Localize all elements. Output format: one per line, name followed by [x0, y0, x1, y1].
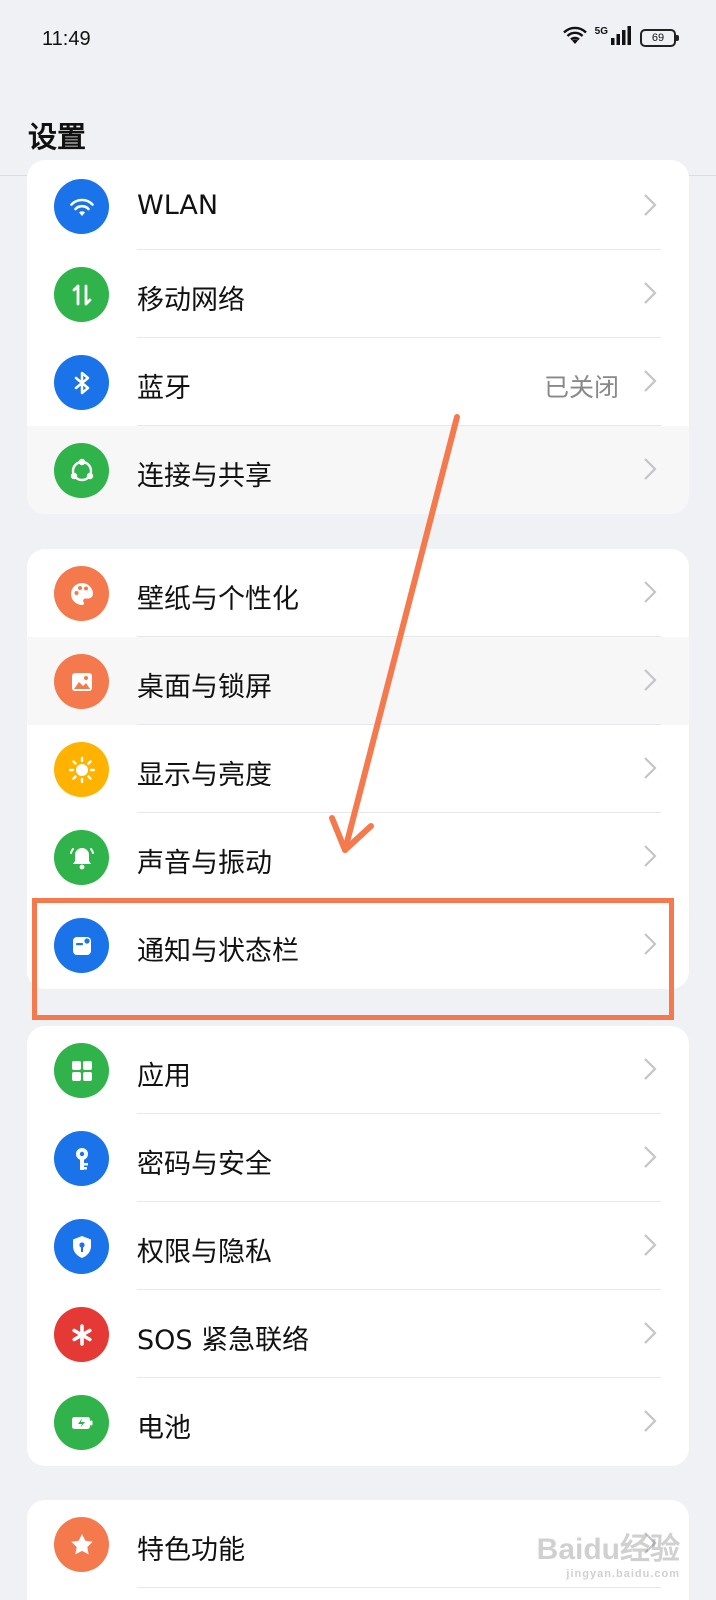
chevron-right-icon: [644, 282, 657, 304]
chevron-right-icon: [644, 581, 657, 603]
network-type-label: 5G: [594, 25, 608, 37]
status-icons: 5G 69: [562, 25, 679, 50]
chevron-right-icon: [644, 933, 657, 955]
settings-item-label: SOS 紧急联络: [137, 1325, 310, 1356]
mobile-data-icon: [54, 267, 109, 322]
settings-item-apps[interactable]: 应用: [27, 1026, 689, 1114]
settings-item-permissions-privacy[interactable]: 权限与隐私: [27, 1202, 689, 1290]
apps-icon: [54, 1043, 109, 1098]
chevron-right-icon: [644, 845, 657, 867]
status-bar: 11:49 5G 69: [0, 0, 716, 80]
chevron-right-icon: [644, 1322, 657, 1344]
settings-item-wlan[interactable]: WLAN: [27, 162, 689, 250]
settings-item-password-security[interactable]: 密码与安全: [27, 1114, 689, 1202]
settings-item-label: 通知与状态栏: [137, 936, 299, 967]
settings-item-notifications-statusbar[interactable]: 通知与状态栏: [27, 901, 689, 989]
settings-item-label: 桌面与锁屏: [137, 672, 272, 703]
image-icon: [54, 654, 109, 709]
notification-icon: [54, 918, 109, 973]
settings-item-home-lockscreen[interactable]: 桌面与锁屏: [27, 637, 689, 725]
settings-item-label: 权限与隐私: [137, 1237, 272, 1268]
chevron-right-icon: [644, 370, 657, 392]
settings-item-label: 蓝牙: [137, 373, 191, 404]
settings-item-label: 电池: [137, 1413, 191, 1444]
settings-item-connection-sharing[interactable]: 连接与共享: [27, 426, 689, 514]
sun-icon: [54, 742, 109, 797]
watermark-logo: Baidu经验 jingyan.baidu.com: [537, 1524, 680, 1580]
settings-item-bluetooth[interactable]: 蓝牙 已关闭: [27, 338, 689, 426]
settings-item-mobile-network[interactable]: 移动网络: [27, 250, 689, 338]
settings-item-sound-vibration[interactable]: 声音与振动: [27, 813, 689, 901]
chevron-right-icon: [644, 1146, 657, 1168]
cell-signal-icon: [610, 26, 632, 50]
settings-group-apps-security: 应用 密码与安全 权限与隐私 SOS 紧急联络 电池: [27, 1026, 689, 1466]
watermark-subtext: jingyan.baidu.com: [566, 1568, 680, 1580]
settings-item-label: 密码与安全: [137, 1149, 272, 1180]
row-divider: [137, 1587, 661, 1588]
settings-item-wallpaper[interactable]: 壁纸与个性化: [27, 549, 689, 637]
bluetooth-icon: [54, 355, 109, 410]
settings-item-label: 显示与亮度: [137, 760, 272, 791]
palette-icon: [54, 566, 109, 621]
key-icon: [54, 1131, 109, 1186]
bell-icon: [54, 830, 109, 885]
settings-item-display-brightness[interactable]: 显示与亮度: [27, 725, 689, 813]
page-title: 设置: [28, 120, 87, 154]
chevron-right-icon: [644, 1234, 657, 1256]
settings-item-battery[interactable]: 电池: [27, 1378, 689, 1466]
settings-group-personalization: 壁纸与个性化 桌面与锁屏 显示与亮度 声音与振动 通知与状态栏: [27, 549, 689, 989]
wifi-icon: [54, 179, 109, 234]
settings-item-label: WLAN: [137, 190, 219, 221]
bluetooth-status-value: 已关闭: [543, 373, 619, 402]
battery-icon: [54, 1395, 109, 1450]
settings-item-label: 连接与共享: [137, 461, 272, 492]
settings-item-label: 特色功能: [137, 1535, 245, 1566]
chevron-right-icon: [644, 669, 657, 691]
settings-group-connectivity: WLAN 移动网络 蓝牙 已关闭 连接与共享: [27, 160, 689, 514]
chevron-right-icon: [644, 458, 657, 480]
settings-item-label: 应用: [137, 1061, 191, 1092]
star-icon: [54, 1517, 109, 1572]
watermark-text: Baidu经验: [536, 1533, 680, 1566]
chevron-right-icon: [644, 194, 657, 216]
shield-icon: [54, 1219, 109, 1274]
sos-icon: [54, 1307, 109, 1362]
chevron-right-icon: [644, 1058, 657, 1080]
share-icon: [54, 443, 109, 498]
wifi-signal-icon: [562, 26, 587, 50]
settings-item-label: 声音与振动: [137, 848, 272, 879]
settings-item-label: 壁纸与个性化: [137, 584, 299, 615]
status-time: 11:49: [42, 28, 91, 50]
chevron-right-icon: [644, 1410, 657, 1432]
battery-indicator: 69: [640, 29, 679, 47]
settings-item-sos[interactable]: SOS 紧急联络: [27, 1290, 689, 1378]
chevron-right-icon: [644, 757, 657, 779]
settings-item-label: 移动网络: [137, 285, 245, 316]
